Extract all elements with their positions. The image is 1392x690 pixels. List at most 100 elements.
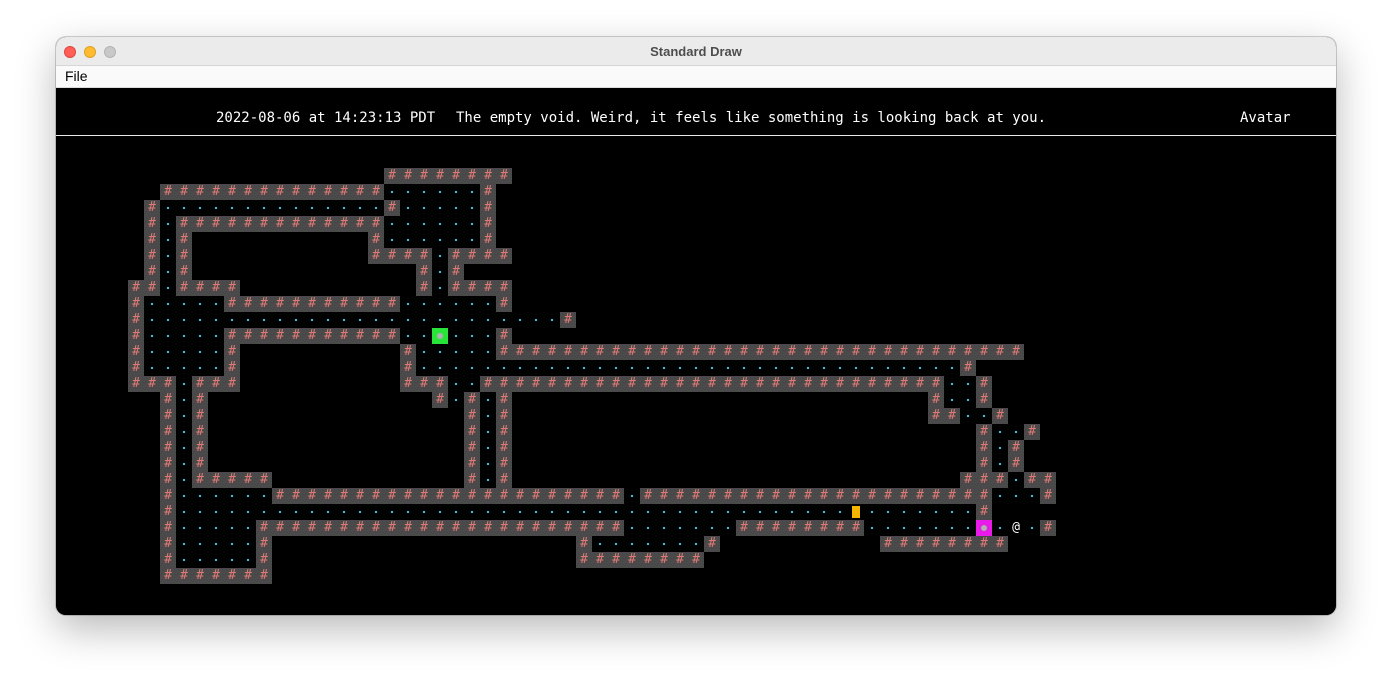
wall-tile: # <box>928 392 944 408</box>
floor-tile <box>192 520 208 536</box>
floor-tile <box>432 232 448 248</box>
floor-tile <box>160 280 176 296</box>
floor-tile <box>176 360 192 376</box>
floor-tile <box>240 552 256 568</box>
wall-tile: # <box>256 520 272 536</box>
floor-tile <box>880 504 896 520</box>
wall-tile: # <box>704 536 720 552</box>
wall-tile: # <box>912 376 928 392</box>
floor-tile <box>416 360 432 376</box>
wall-tile: # <box>304 216 320 232</box>
wall-tile: # <box>656 376 672 392</box>
floor-tile <box>464 232 480 248</box>
wall-tile: # <box>816 376 832 392</box>
wall-tile: # <box>272 296 288 312</box>
wall-tile: # <box>592 552 608 568</box>
floor-tile <box>176 328 192 344</box>
wall-tile: # <box>608 376 624 392</box>
floor-tile <box>176 312 192 328</box>
wall-tile: # <box>976 472 992 488</box>
wall-tile: # <box>928 376 944 392</box>
floor-tile <box>624 520 640 536</box>
floor-tile <box>400 216 416 232</box>
floor-tile <box>464 360 480 376</box>
wall-tile: # <box>624 552 640 568</box>
floor-tile <box>784 360 800 376</box>
wall-tile: # <box>288 488 304 504</box>
floor-tile <box>944 360 960 376</box>
wall-tile: # <box>736 520 752 536</box>
wall-tile: # <box>656 552 672 568</box>
menu-file[interactable]: File <box>65 66 88 87</box>
wall-tile: # <box>880 488 896 504</box>
floor-tile <box>320 200 336 216</box>
floor-tile <box>176 472 192 488</box>
floor-tile <box>176 504 192 520</box>
wall-tile: # <box>1024 424 1040 440</box>
wall-tile: # <box>160 440 176 456</box>
wall-tile: # <box>176 280 192 296</box>
floor-tile <box>144 312 160 328</box>
floor-tile <box>432 344 448 360</box>
wall-tile: # <box>240 184 256 200</box>
game-canvas[interactable]: # # # # # # # # # # # # # # # # # # # # # # # # # # # # # # # # # # # # # # # #… <box>56 88 1336 615</box>
wall-tile: # <box>528 488 544 504</box>
wall-tile: # <box>976 456 992 472</box>
wall-tile: # <box>208 376 224 392</box>
floor-tile <box>736 360 752 376</box>
floor-tile <box>192 504 208 520</box>
floor-tile <box>656 504 672 520</box>
floor-tile <box>192 328 208 344</box>
wall-tile: # <box>240 296 256 312</box>
floor-tile <box>512 504 528 520</box>
wall-tile: # <box>752 488 768 504</box>
floor-tile <box>480 344 496 360</box>
floor-tile <box>528 504 544 520</box>
wall-tile: # <box>496 168 512 184</box>
wall-tile: # <box>880 376 896 392</box>
wall-tile: # <box>576 552 592 568</box>
floor-tile <box>160 312 176 328</box>
floor-tile <box>992 424 1008 440</box>
floor-tile <box>416 312 432 328</box>
wall-tile: # <box>672 376 688 392</box>
wall-tile: # <box>512 376 528 392</box>
wall-tile: # <box>384 520 400 536</box>
floor-tile <box>960 504 976 520</box>
floor-tile <box>256 504 272 520</box>
wall-tile: # <box>384 200 400 216</box>
wall-tile: # <box>224 376 240 392</box>
floor-tile <box>416 328 432 344</box>
wall-tile: # <box>496 520 512 536</box>
wall-tile: # <box>144 216 160 232</box>
floor-tile <box>304 312 320 328</box>
floor-tile <box>624 360 640 376</box>
wall-tile: # <box>176 216 192 232</box>
wall-tile: # <box>128 296 144 312</box>
wall-tile: # <box>256 184 272 200</box>
wall-tile: # <box>368 520 384 536</box>
floor-tile <box>480 360 496 376</box>
wall-tile: # <box>496 280 512 296</box>
floor-tile <box>544 312 560 328</box>
wall-tile: # <box>480 216 496 232</box>
wall-tile: # <box>320 216 336 232</box>
floor-tile <box>528 360 544 376</box>
floor-tile <box>752 504 768 520</box>
floor-tile <box>224 520 240 536</box>
floor-tile <box>864 360 880 376</box>
floor-tile <box>176 296 192 312</box>
floor-tile <box>720 504 736 520</box>
wall-tile: # <box>592 376 608 392</box>
floor-tile <box>960 392 976 408</box>
floor-tile <box>448 360 464 376</box>
floor-tile <box>576 360 592 376</box>
wall-tile: # <box>128 280 144 296</box>
floor-tile <box>192 488 208 504</box>
floor-tile <box>400 232 416 248</box>
wall-tile: # <box>368 232 384 248</box>
wall-tile: # <box>896 488 912 504</box>
floor-tile <box>144 328 160 344</box>
wall-tile: # <box>288 328 304 344</box>
floor-tile <box>576 504 592 520</box>
